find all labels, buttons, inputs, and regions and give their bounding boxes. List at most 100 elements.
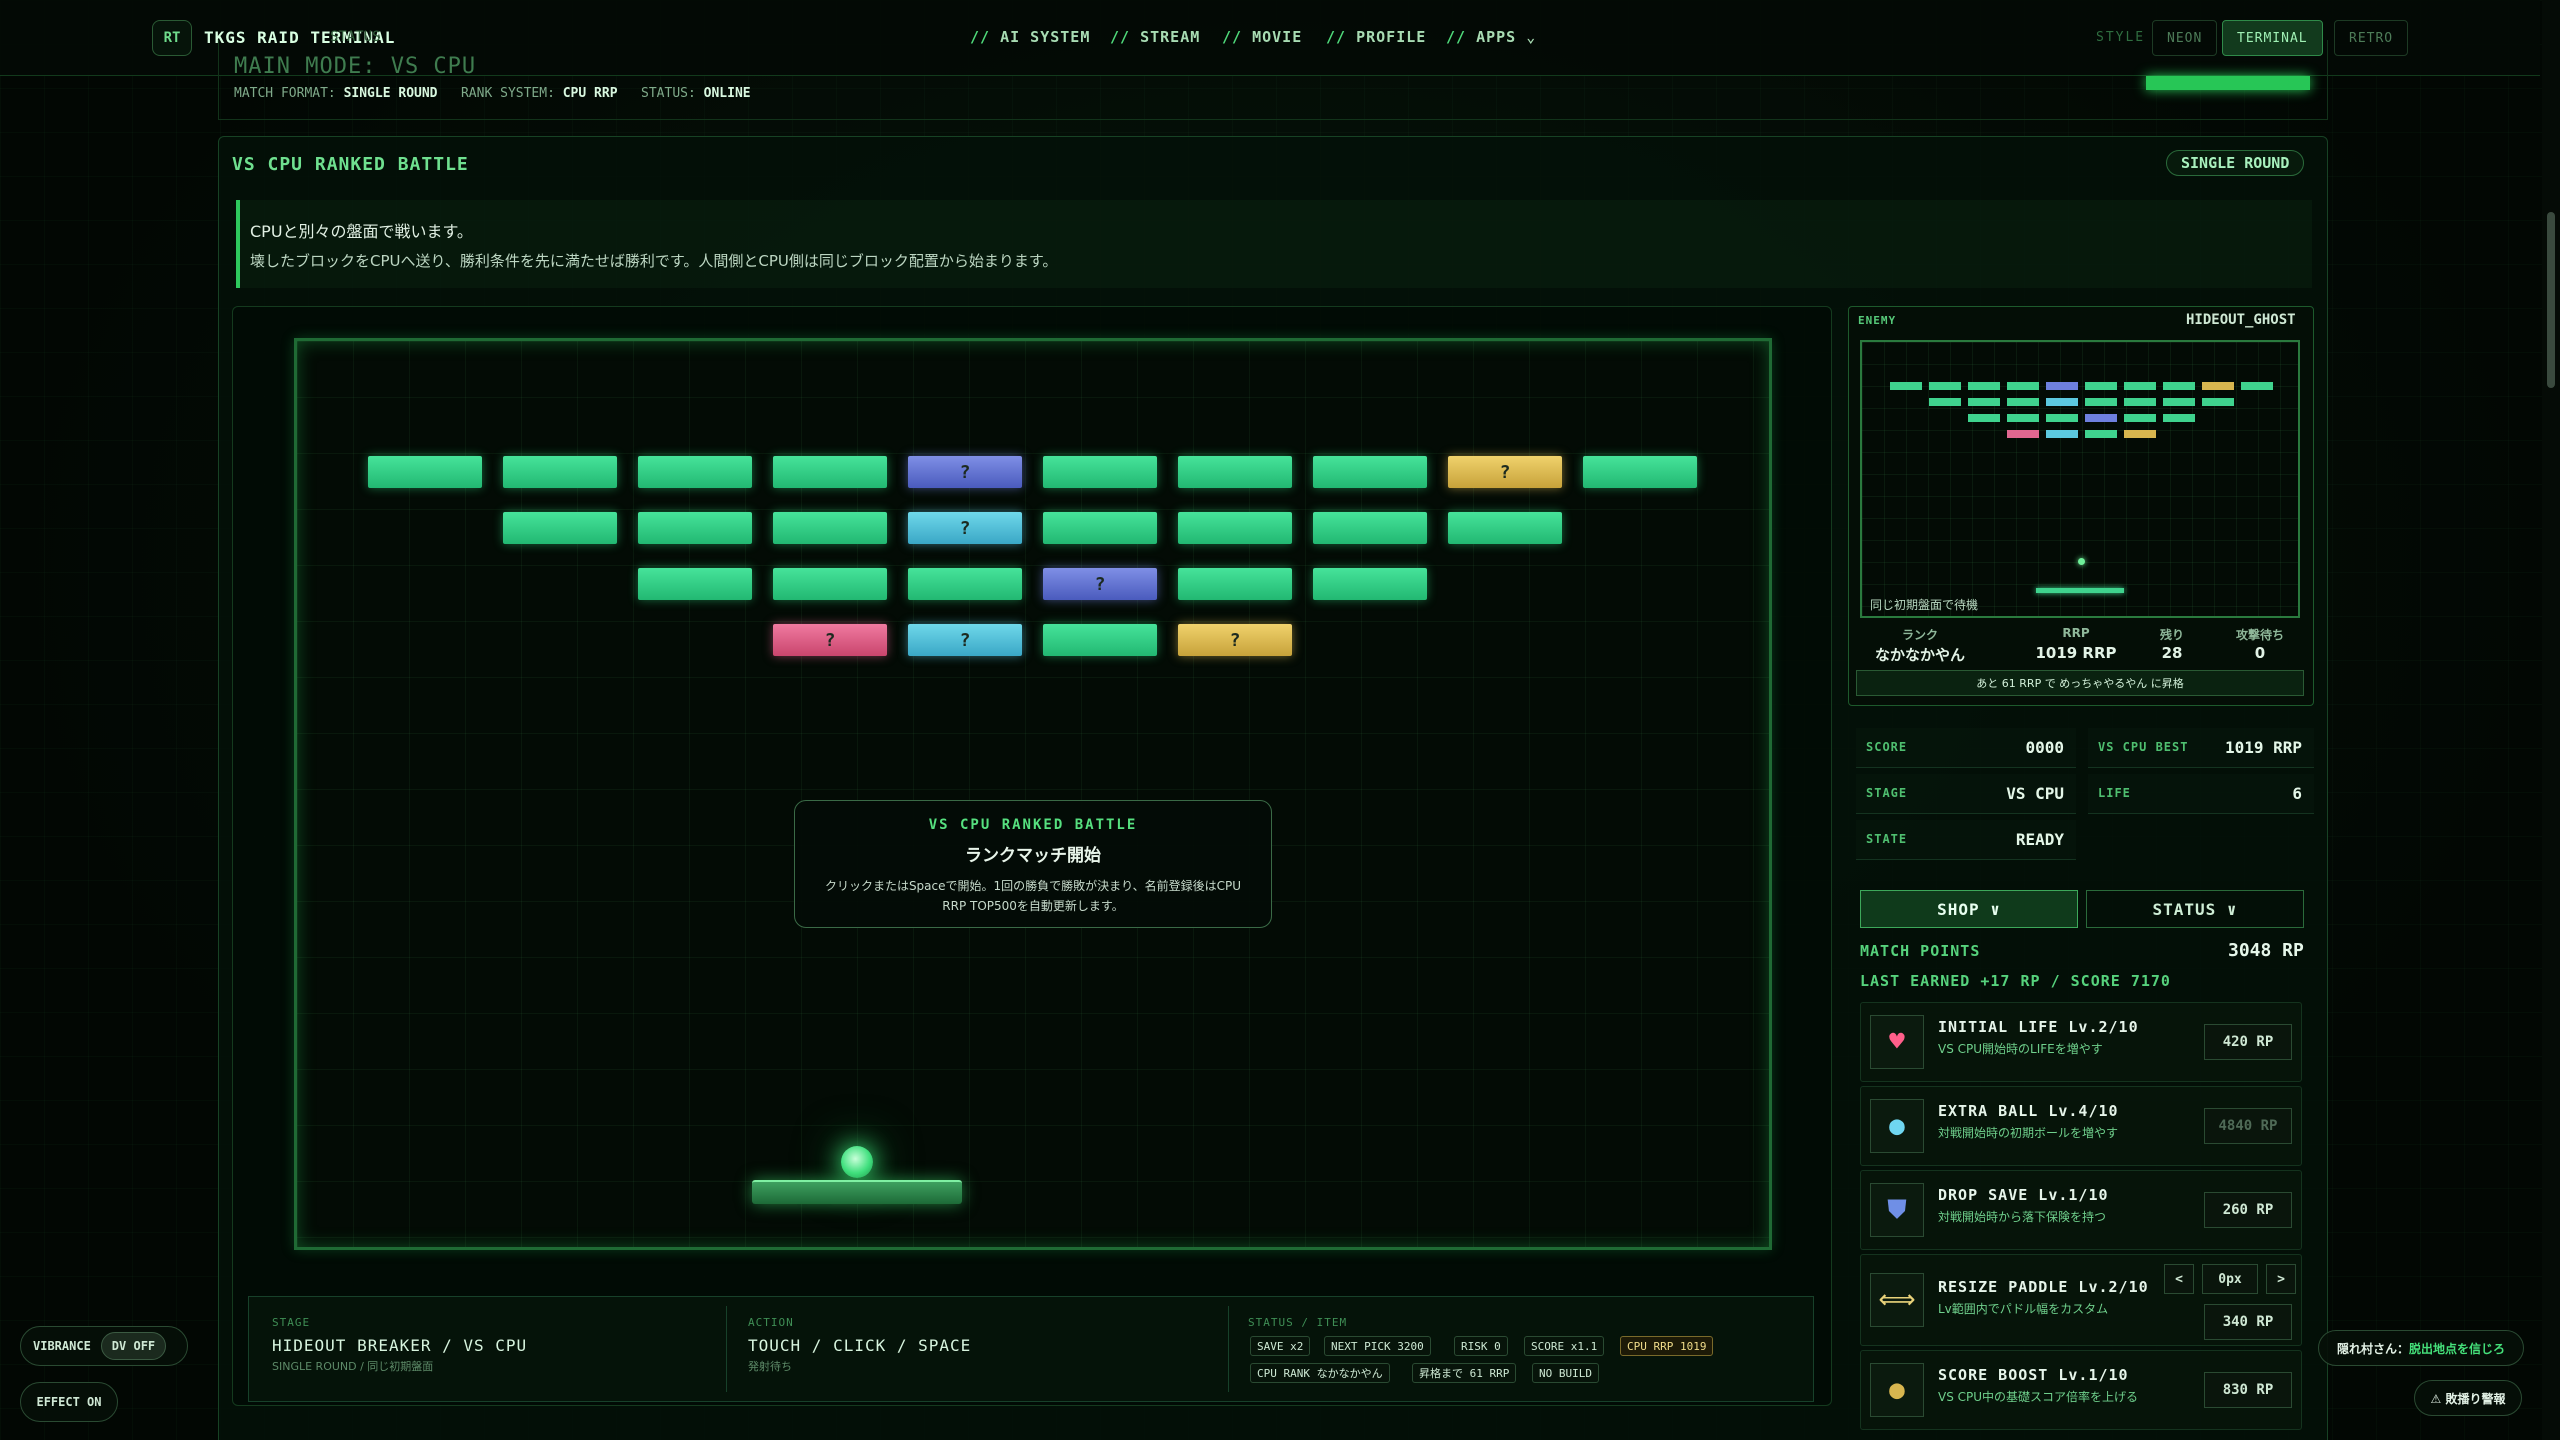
enemy-attack-value: 0	[2254, 644, 2266, 662]
paddle[interactable]	[752, 1180, 962, 1204]
mini-brick-green	[2124, 414, 2156, 422]
brick-green	[1178, 512, 1292, 544]
mini-brick-green	[2085, 382, 2117, 390]
mini-brick-green	[1929, 398, 1961, 406]
mini-brick-pink	[2007, 430, 2039, 438]
brick-green	[773, 456, 887, 488]
life-stat: LIFE 6	[2088, 774, 2314, 814]
buy-button[interactable]: 260 RP	[2204, 1192, 2292, 1228]
shop-item-name: SCORE BOOST Lv.1/10	[1938, 1366, 2129, 1384]
effect-toggle-button[interactable]: EFFECT ON	[20, 1382, 118, 1422]
brick-cyan: ?	[908, 624, 1022, 656]
status-chip: SAVE x2	[1250, 1336, 1311, 1356]
scrollbar-thumb[interactable]	[2547, 212, 2555, 388]
mini-brick-green	[2241, 382, 2273, 390]
shield-icon: ⛊	[1870, 1183, 1924, 1237]
info-status-label: STATUS / ITEM	[1248, 1316, 1348, 1329]
mini-brick-blue	[2046, 382, 2078, 390]
overlay-title: VS CPU RANKED BATTLE	[928, 817, 1138, 833]
vibrance-toggle[interactable]: DV OFF	[100, 1332, 167, 1360]
promotion-banner: あと 61 RRP で めっちゃやるやん に昇格	[1856, 670, 2304, 696]
buy-button[interactable]: 420 RP	[2204, 1024, 2292, 1060]
enemy-paddle	[2036, 588, 2124, 593]
info-divider	[726, 1306, 727, 1392]
mystery-mark: ?	[959, 517, 971, 539]
mystery-mark: ?	[959, 461, 971, 483]
tab-shop[interactable]: SHOP ∨	[1860, 890, 2078, 928]
info-divider	[1228, 1306, 1229, 1392]
enemy-rrp-value: 1019 RRP	[2035, 644, 2117, 662]
brick-pink: ?	[773, 624, 887, 656]
enemy-attack-label: 攻撃待ち	[2235, 628, 2284, 642]
mystery-mark: ?	[959, 629, 971, 651]
mini-brick-green	[1968, 382, 2000, 390]
enemy-rank-label: ランク	[1901, 628, 1938, 642]
vibrance-label: VIBRANCE	[33, 1339, 91, 1353]
brick-green	[908, 568, 1022, 600]
mini-brick-green	[1929, 382, 1961, 390]
shop-item-desc: Lv範囲内でパドル幅をカスタム	[1938, 1302, 2109, 1316]
enemy-ball	[2078, 558, 2085, 565]
buy-button[interactable]: 4840 RP	[2204, 1108, 2292, 1144]
brick-green	[1448, 512, 1562, 544]
mini-brick-green	[2085, 430, 2117, 438]
brick-green	[503, 512, 617, 544]
brick-green	[638, 568, 752, 600]
start-overlay[interactable]: VS CPU RANKED BATTLE ランクマッチ開始 クリックまたはSpa…	[794, 800, 1272, 928]
buy-button[interactable]: 340 RP	[2204, 1304, 2292, 1340]
brick-green	[1313, 512, 1427, 544]
brick-green	[368, 456, 482, 488]
mystery-mark: ?	[1499, 461, 1511, 483]
brick-green	[1178, 568, 1292, 600]
paddle-size-value[interactable]: 0px	[2202, 1264, 2258, 1294]
status-chip: NEXT PICK 3200	[1324, 1336, 1431, 1356]
mini-brick-green	[2163, 398, 2195, 406]
last-earned: LAST EARNED +17 RP / SCORE 7170	[1860, 972, 2171, 990]
status-chip: 昇格まで 61 RRP	[1412, 1363, 1517, 1383]
notice-prefix: 隠れ村さん：	[2336, 1341, 2409, 1356]
brick-gold: ?	[1178, 624, 1292, 656]
resize-icon: ⟺	[1870, 1273, 1924, 1327]
status-chip: CPU RANK なかなかやん	[1250, 1363, 1390, 1383]
enemy-wait-text: 同じ初期盤面で待機	[1870, 598, 1979, 612]
panel-title: VS CPU RANKED BATTLE	[232, 154, 469, 175]
mini-brick-green	[2007, 382, 2039, 390]
info-stage-small: SINGLE ROUND / 同じ初期盤面	[272, 1360, 434, 1373]
brick-green	[773, 512, 887, 544]
tab-status[interactable]: STATUS ∨	[2086, 890, 2304, 928]
enemy-remaining-value: 28	[2161, 644, 2183, 662]
heart-icon: ♥	[1870, 1015, 1924, 1069]
mini-brick-cyan	[2046, 398, 2078, 406]
brick-green	[1313, 456, 1427, 488]
notice-highlight: 脱出地点を信じろ	[2409, 1341, 2506, 1356]
ball-icon: ●	[1870, 1099, 1924, 1153]
coin-icon: ●	[1870, 1363, 1924, 1417]
notice-pill[interactable]: 隠れ村さん： 脱出地点を信じろ	[2318, 1330, 2524, 1366]
paddle-size-decrease-button[interactable]: <	[2164, 1264, 2194, 1294]
mini-brick-green	[2007, 414, 2039, 422]
brick-green	[1583, 456, 1697, 488]
brick-green	[1178, 456, 1292, 488]
paddle-size-increase-button[interactable]: >	[2266, 1264, 2296, 1294]
mini-brick-green	[2046, 414, 2078, 422]
best-stat: VS CPU BEST 1019 RRP	[2088, 728, 2314, 768]
buy-button[interactable]: 830 RP	[2204, 1372, 2292, 1408]
alert-button[interactable]: ⚠ 敗播り警報	[2414, 1380, 2522, 1416]
mini-brick-gold	[2202, 382, 2234, 390]
logo-badge[interactable]: RT	[152, 20, 192, 56]
mini-brick-green	[2124, 398, 2156, 406]
status-chip: NO BUILD	[1532, 1363, 1599, 1383]
brick-green	[503, 456, 617, 488]
mystery-mark: ?	[1229, 629, 1241, 651]
style-retro-button[interactable]: RETRO	[2334, 20, 2409, 56]
mini-brick-green	[2202, 398, 2234, 406]
brick-green	[1043, 512, 1157, 544]
brick-blue: ?	[1043, 568, 1157, 600]
mystery-mark: ?	[1094, 573, 1106, 595]
info-stage-value: HIDEOUT BREAKER / VS CPU	[272, 1336, 528, 1355]
enemy-label: ENEMY	[1858, 314, 1897, 327]
enemy-rank-value: なかなかやん	[1874, 646, 1965, 664]
vibrance-control[interactable]: VIBRANCE DV OFF	[20, 1326, 188, 1366]
overlay-text: クリックまたはSpaceで開始。1回の勝負で勝敗が決まり、名前登録後はCPU R…	[824, 879, 1242, 913]
status-chip: RISK 0	[1454, 1336, 1508, 1356]
